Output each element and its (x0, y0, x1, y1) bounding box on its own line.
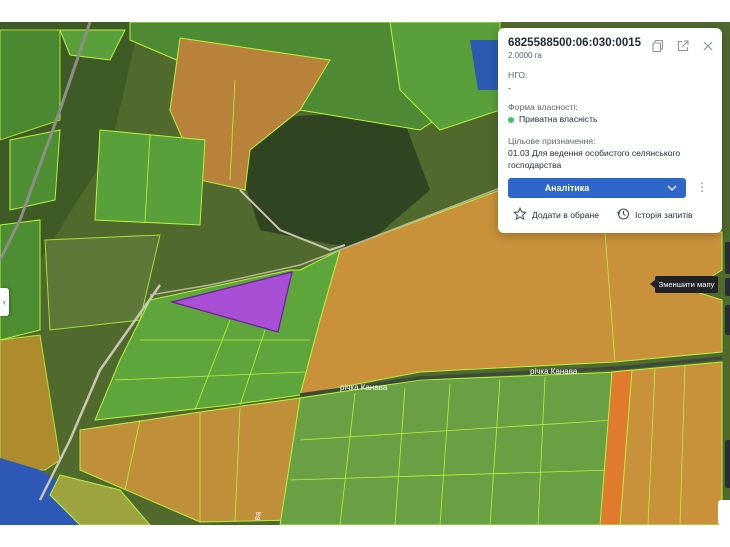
purpose-label: Цільове призначення: (508, 136, 596, 146)
close-icon[interactable] (701, 39, 715, 53)
zoom-out-control[interactable] (725, 278, 730, 296)
ngo-value: - (508, 83, 511, 93)
zoom-out-tooltip: Зменшити мапу (650, 276, 718, 293)
chevron-left-icon: ‹ (3, 297, 6, 307)
history-icon (617, 208, 629, 220)
open-external-icon[interactable] (676, 39, 690, 53)
analytics-label: Аналітика (544, 183, 590, 193)
ownership-value: Приватна власність (508, 113, 598, 125)
analytics-button[interactable]: Аналітика (508, 178, 686, 198)
star-icon (513, 207, 527, 221)
map-control-tab[interactable] (725, 305, 730, 335)
map-control-tab[interactable] (725, 242, 730, 274)
ngo-label: НГО: (508, 70, 528, 80)
parcel-area: 2.0000 га (508, 51, 542, 60)
add-favorite-label: Додати в обране (532, 210, 599, 220)
river-label: річка Канава (340, 383, 388, 392)
copy-icon[interactable] (651, 39, 665, 53)
status-dot (508, 116, 514, 123)
request-history-label: Історія запитів (635, 210, 693, 220)
more-vertical-icon[interactable]: ⋮ (696, 181, 708, 195)
river-label: річка Канава (530, 367, 578, 376)
parcel-info-card: 6825588500:06:030:0015 2.0000 га НГО: - … (498, 28, 722, 233)
map-control-tab[interactable] (725, 440, 730, 488)
expand-sidebar-button[interactable]: ‹ (0, 288, 9, 316)
map-corner-control[interactable] (718, 500, 730, 525)
ownership-text: Приватна власність (519, 114, 598, 124)
purpose-value: 01.03 Для ведення особистого селянського… (508, 148, 681, 170)
chevron-down-icon (667, 185, 677, 191)
ownership-label: Форма власності: (508, 102, 578, 112)
cadastral-number: 6825588500:06:030:0015 (508, 37, 642, 49)
